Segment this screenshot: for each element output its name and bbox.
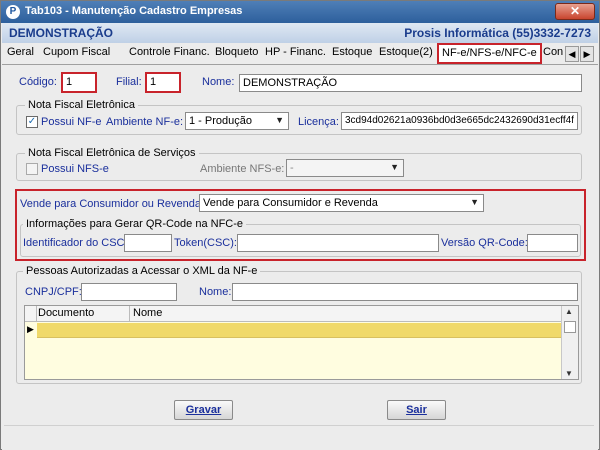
possui-nfse-label: Possui NFS-e	[41, 163, 109, 175]
scroll-down-icon[interactable]: ▼	[565, 369, 573, 378]
scroll-thumb[interactable]	[564, 321, 576, 333]
nome-label: Nome:	[202, 76, 235, 88]
title-bar[interactable]: P Tab103 - Manutenção Cadastro Empresas …	[1, 1, 599, 23]
close-button[interactable]: ✕	[555, 3, 595, 20]
cnpj-field[interactable]	[81, 283, 177, 301]
chevron-down-icon: ▼	[470, 197, 479, 207]
tab-estoque[interactable]: Estoque	[332, 46, 372, 58]
ambiente-nfse-select[interactable]: - ▼	[286, 159, 404, 177]
csc-id-field[interactable]	[124, 234, 172, 252]
nfe-panel: Código: 1 Filial: 1 Nome: DEMONSTRAÇÃO N…	[2, 65, 598, 450]
qrcode-group: Informações para Gerar QR-Code na NFC-e …	[20, 218, 581, 257]
csc-id-label: Identificador do CSC:	[23, 237, 128, 249]
tab-geral[interactable]: Geral	[7, 46, 34, 58]
row-indicator-icon: ▶	[27, 324, 34, 334]
nfse-group-title: Nota Fiscal Eletrônica de Serviços	[25, 147, 199, 159]
xml-nome-field[interactable]	[232, 283, 578, 301]
xml-access-group-title: Pessoas Autorizadas a Acessar o XML da N…	[23, 265, 261, 277]
grid-separator	[36, 306, 37, 322]
filial-label: Filial:	[116, 76, 142, 88]
grid-col-documento[interactable]: Documento	[38, 307, 94, 319]
tab-cupom-fiscal[interactable]: Cupom Fiscal	[43, 46, 110, 58]
chevron-down-icon: ▼	[275, 115, 284, 125]
tab-nfe-nfse-nfce[interactable]: NF-e/NFS-e/NFC-e	[437, 43, 542, 64]
tab-bloqueto[interactable]: Bloqueto	[215, 46, 258, 58]
vende-value: Vende para Consumidor e Revenda	[203, 197, 378, 209]
authorized-persons-grid[interactable]: Documento Nome ▶ ▲ ▼	[24, 305, 579, 380]
sair-button[interactable]: Sair	[387, 400, 446, 420]
tab-controle-financ[interactable]: Controle Financ.	[129, 46, 210, 58]
vende-select[interactable]: Vende para Consumidor e Revenda ▼	[199, 194, 484, 212]
tab-bar: Geral Cupom Fiscal Controle Financ. Bloq…	[2, 43, 598, 65]
filial-field[interactable]: 1	[145, 72, 181, 93]
tab-scroll-left-icon[interactable]: ◀	[565, 46, 579, 62]
footer-divider	[4, 425, 594, 426]
window-title: Tab103 - Manutenção Cadastro Empresas	[25, 5, 243, 17]
grid-header: Documento Nome	[25, 306, 562, 322]
nfse-group: Nota Fiscal Eletrônica de Serviços Possu…	[16, 147, 582, 181]
company-header: DEMONSTRAÇÃO Prosis Informática (55)3332…	[2, 23, 598, 43]
versao-field[interactable]	[527, 234, 578, 252]
qrcode-group-title: Informações para Gerar QR-Code na NFC-e	[23, 218, 247, 230]
gravar-button[interactable]: Gravar	[174, 400, 233, 420]
table-row[interactable]	[37, 323, 562, 338]
tab-estoque-2[interactable]: Estoque(2)	[379, 46, 433, 58]
grid-scrollbar[interactable]: ▲ ▼	[561, 306, 578, 379]
nfe-group-title: Nota Fiscal Eletrônica	[25, 99, 138, 111]
grid-separator	[129, 306, 130, 322]
grid-col-nome[interactable]: Nome	[133, 307, 162, 319]
ambiente-nfe-value: 1 - Produção	[189, 115, 252, 127]
licenca-label: Licença:	[298, 116, 339, 128]
vende-label: Vende para Consumidor ou Revenda:	[20, 198, 205, 210]
ambiente-nfse-label: Ambiente NFS-e:	[200, 163, 285, 175]
nfe-group: Nota Fiscal Eletrônica ✓ Possui NF-e Amb…	[16, 99, 582, 135]
cnpj-label: CNPJ/CPF:	[25, 286, 82, 298]
xml-nome-label: Nome:	[199, 286, 232, 298]
scroll-up-icon[interactable]: ▲	[565, 307, 573, 316]
company-name: DEMONSTRAÇÃO	[9, 26, 113, 40]
vendor-contact: Prosis Informática (55)3332-7273	[404, 26, 591, 40]
app-logo-icon: P	[6, 5, 20, 19]
ambiente-nfe-select[interactable]: 1 - Produção ▼	[185, 112, 289, 130]
possui-nfse-checkbox[interactable]	[26, 163, 38, 175]
ambiente-nfse-value: -	[290, 162, 294, 174]
tab-con[interactable]: Con	[543, 46, 563, 58]
nome-field[interactable]: DEMONSTRAÇÃO	[239, 74, 582, 92]
codigo-field[interactable]: 1	[61, 72, 97, 93]
possui-nfe-label: Possui NF-e	[41, 116, 102, 128]
codigo-label: Código:	[19, 76, 57, 88]
possui-nfe-checkbox[interactable]: ✓	[26, 116, 38, 128]
tab-hp-financ[interactable]: HP - Financ.	[265, 46, 326, 58]
versao-label: Versão QR-Code:	[441, 237, 528, 249]
token-field[interactable]	[237, 234, 439, 252]
ambiente-nfe-label: Ambiente NF-e:	[106, 116, 184, 128]
licenca-field[interactable]: 3cd94d02621a0936bd0d3e665dc2432690d31ecf…	[341, 112, 578, 130]
token-label: Token(CSC):	[174, 237, 237, 249]
main-window: P Tab103 - Manutenção Cadastro Empresas …	[0, 0, 600, 450]
tab-scroll-right-icon[interactable]: ▶	[580, 46, 594, 62]
chevron-down-icon: ▼	[390, 162, 399, 172]
